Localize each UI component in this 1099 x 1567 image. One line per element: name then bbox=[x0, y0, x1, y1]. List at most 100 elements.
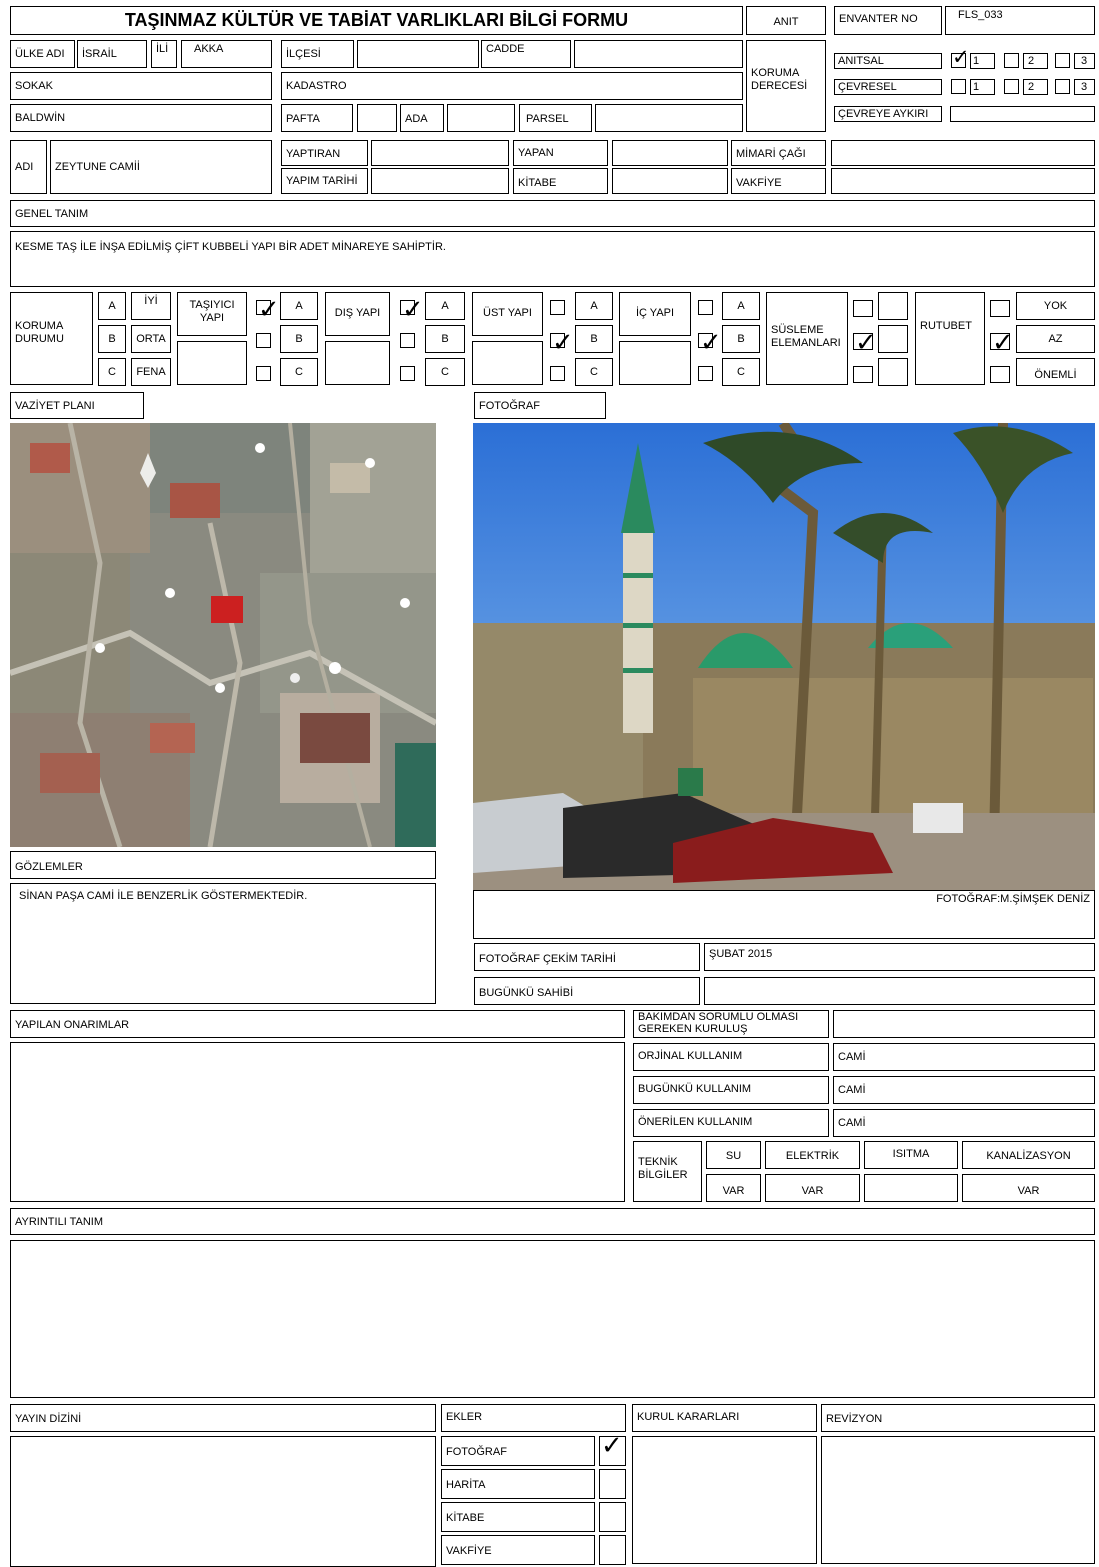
ilce-value[interactable] bbox=[357, 40, 479, 68]
anitsal-1-checkbox[interactable] bbox=[951, 45, 970, 69]
cevreye-aykiri-value[interactable] bbox=[950, 106, 1095, 122]
yapim-tarihi-value[interactable] bbox=[371, 168, 509, 194]
susleme-a-note[interactable] bbox=[878, 292, 908, 320]
anitsal-3-checkbox[interactable] bbox=[1055, 53, 1070, 68]
bugunku-sahibi-value[interactable] bbox=[704, 977, 1095, 1005]
orjinal-kullanim-value[interactable]: CAMİ bbox=[833, 1043, 1095, 1071]
pafta-label: PAFTA bbox=[281, 104, 353, 132]
rutubet-onemli-checkbox[interactable] bbox=[990, 366, 1010, 383]
rutubet-label: RUTUBET bbox=[915, 292, 985, 385]
ek-kitabe-checkbox[interactable] bbox=[599, 1502, 626, 1532]
cevresel-1-label: 1 bbox=[970, 79, 995, 95]
ic-a-checkbox[interactable] bbox=[698, 300, 713, 315]
ic-yapi-label: İÇ YAPI bbox=[619, 292, 691, 336]
rutubet-yok-checkbox[interactable] bbox=[990, 300, 1010, 317]
ust-b-label: B bbox=[575, 325, 613, 353]
anitsal-1-label: 1 bbox=[970, 53, 995, 69]
bakim-sorumlu-value[interactable] bbox=[833, 1010, 1095, 1038]
cadde-value[interactable] bbox=[574, 40, 743, 68]
susleme-b-checkbox[interactable] bbox=[853, 328, 877, 358]
ust-yapi-note[interactable] bbox=[472, 341, 543, 385]
vakfiye-value[interactable] bbox=[831, 168, 1095, 194]
tasiyici-yapi-label: TAŞIYICI YAPI bbox=[177, 292, 247, 336]
teknik-line1: TEKNİK bbox=[638, 1156, 678, 1168]
cevreye-aykiri-label: ÇEVREYE AYKIRI bbox=[834, 106, 942, 122]
isitma-label: ISITMA bbox=[864, 1141, 958, 1169]
cevresel-3-checkbox[interactable] bbox=[1055, 79, 1070, 94]
koruma-durumu-line2: DURUMU bbox=[15, 333, 64, 345]
rutubet-az-label: AZ bbox=[1016, 325, 1095, 353]
kurul-kararlari-text[interactable] bbox=[632, 1436, 817, 1564]
genel-tanim-text[interactable]: KESME TAŞ İLE İNŞA EDİLMİŞ ÇİFT KUBBELİ … bbox=[10, 231, 1095, 287]
yapan-value[interactable] bbox=[612, 140, 728, 166]
susleme-b-note[interactable] bbox=[878, 325, 908, 353]
tasiyici-b-checkbox[interactable] bbox=[256, 333, 271, 348]
ek-harita-checkbox[interactable] bbox=[599, 1469, 626, 1499]
tasiyici-a-checkbox[interactable] bbox=[256, 295, 280, 325]
koruma-durumu-line1: KORUMA bbox=[15, 320, 64, 332]
envanter-no-value[interactable]: FLS_033 bbox=[945, 6, 1095, 35]
su-label: SU bbox=[706, 1141, 761, 1169]
dis-yapi-note[interactable] bbox=[325, 341, 390, 385]
grade-fena-label: FENA bbox=[131, 358, 171, 386]
mosque-photo-image bbox=[473, 423, 1095, 890]
ust-yapi-label: ÜST YAPI bbox=[472, 292, 543, 336]
ust-a-label: A bbox=[575, 292, 613, 320]
dis-c-checkbox[interactable] bbox=[400, 366, 415, 381]
anitsal-2-checkbox[interactable] bbox=[1004, 53, 1019, 68]
ek-vakfiye-checkbox[interactable] bbox=[599, 1535, 626, 1565]
revizyon-text[interactable] bbox=[821, 1436, 1095, 1564]
bugunku-kullanim-value[interactable]: CAMİ bbox=[833, 1076, 1095, 1104]
su-value[interactable]: VAR bbox=[706, 1174, 761, 1202]
rutubet-az-checkbox[interactable] bbox=[990, 328, 1014, 358]
adi-value[interactable]: ZEYTUNE CAMİİ bbox=[50, 140, 272, 194]
ust-a-checkbox[interactable] bbox=[550, 300, 565, 315]
teknik-bilgiler-label: TEKNİK BİLGİLER bbox=[633, 1141, 702, 1202]
yaptiran-label: YAPTIRAN bbox=[281, 140, 368, 166]
yapilan-onarimlar-text[interactable] bbox=[10, 1042, 625, 1202]
yaptiran-value[interactable] bbox=[371, 140, 509, 166]
parsel-value[interactable] bbox=[595, 104, 743, 132]
onerilen-kullanim-value[interactable]: CAMİ bbox=[833, 1109, 1095, 1137]
ulke-value[interactable]: İSRAİL bbox=[77, 40, 147, 68]
site-plan-map bbox=[10, 423, 436, 847]
ayrintili-tanim-label: AYRINTILI TANIM bbox=[10, 1208, 1095, 1235]
mimari-cagi-value[interactable] bbox=[831, 140, 1095, 166]
ic-b-checkbox[interactable] bbox=[698, 328, 722, 358]
gozlemler-text[interactable]: SİNAN PAŞA CAMİ İLE BENZERLİK GÖSTERMEKT… bbox=[10, 883, 436, 1004]
ada-label: ADA bbox=[400, 104, 444, 132]
kitabe-value[interactable] bbox=[612, 168, 728, 194]
pafta-value[interactable] bbox=[357, 104, 397, 132]
ek-fotograf-checkbox[interactable] bbox=[599, 1431, 626, 1466]
il-value[interactable]: AKKA bbox=[181, 40, 272, 68]
ust-c-checkbox[interactable] bbox=[550, 366, 565, 381]
susleme-a-checkbox[interactable] bbox=[853, 300, 873, 317]
ic-b-label: B bbox=[722, 325, 760, 353]
ic-c-checkbox[interactable] bbox=[698, 366, 713, 381]
cevresel-1-checkbox[interactable] bbox=[951, 79, 966, 94]
dis-a-checkbox[interactable] bbox=[400, 295, 424, 325]
cevresel-2-label: 2 bbox=[1023, 79, 1048, 95]
kanalizasyon-value[interactable]: VAR bbox=[962, 1174, 1095, 1202]
susleme-c-checkbox[interactable] bbox=[853, 366, 873, 383]
elektrik-value[interactable]: VAR bbox=[765, 1174, 860, 1202]
yapim-tarihi-label: YAPIM TARİHİ bbox=[281, 168, 368, 194]
susleme-line1: SÜSLEME bbox=[771, 324, 824, 336]
yapilan-onarimlar-label: YAPILAN ONARIMLAR bbox=[10, 1010, 625, 1038]
ic-yapi-note[interactable] bbox=[619, 341, 691, 385]
koruma-durumu-label: KORUMA DURUMU bbox=[10, 292, 93, 385]
bugunku-kullanim-label: BUGÜNKÜ KULLANIM bbox=[633, 1076, 829, 1104]
parsel-label: PARSEL bbox=[519, 104, 592, 132]
yayin-dizini-text[interactable] bbox=[10, 1436, 436, 1567]
tasiyici-yapi-note[interactable] bbox=[177, 341, 247, 385]
susleme-c-note[interactable] bbox=[878, 358, 908, 386]
cevresel-2-checkbox[interactable] bbox=[1004, 79, 1019, 94]
dis-b-checkbox[interactable] bbox=[400, 333, 415, 348]
ayrintili-tanim-text[interactable] bbox=[10, 1240, 1095, 1398]
tasiyici-c-checkbox[interactable] bbox=[256, 366, 271, 381]
isitma-value[interactable] bbox=[864, 1174, 958, 1202]
fotograf-cekim-tarihi-value[interactable]: ŞUBAT 2015 bbox=[704, 943, 1095, 971]
sokak-value[interactable]: BALDWİN bbox=[10, 104, 272, 132]
ada-value[interactable] bbox=[447, 104, 515, 132]
ust-b-checkbox[interactable] bbox=[550, 328, 574, 358]
